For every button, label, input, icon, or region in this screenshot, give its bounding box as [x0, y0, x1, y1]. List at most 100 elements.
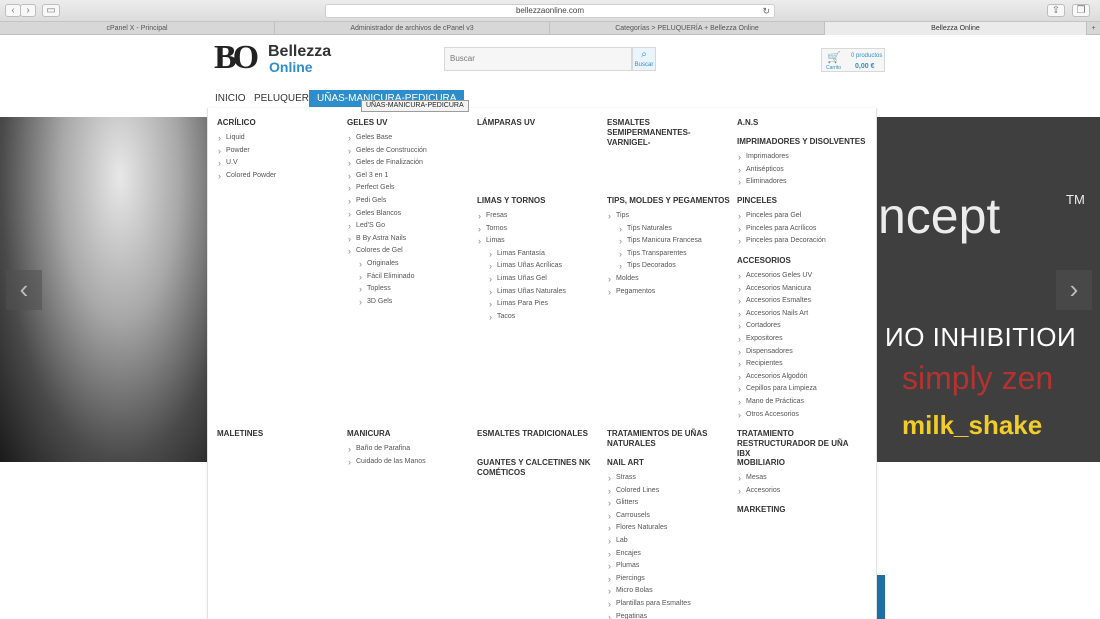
section-title[interactable]: ACCESORIOS [737, 256, 862, 266]
cart-button[interactable]: 🛒 Carrito 0 productos 0,00 € [821, 48, 885, 72]
menu-link[interactable]: Expositores [737, 333, 862, 346]
menu-link[interactable]: Cuidado de las Manos [347, 456, 472, 469]
section-title[interactable]: PINCELES [737, 196, 862, 206]
menu-link[interactable]: Perfect Gels [347, 182, 472, 195]
menu-link[interactable]: Colores de Gel [347, 245, 472, 258]
menu-link[interactable]: Eliminadores [737, 176, 872, 189]
submenu-link[interactable]: Tips Manicura Francesa [607, 235, 732, 248]
menu-link[interactable]: Micro Bolas [607, 585, 732, 598]
menu-link[interactable]: Accesorios Esmaltes [737, 295, 862, 308]
section-title[interactable]: IMPRIMADORES Y DISOLVENTES [737, 137, 872, 147]
section-title[interactable]: MANICURA [347, 429, 472, 439]
tabs-overview-icon[interactable]: ❐ [1072, 4, 1090, 17]
menu-link[interactable]: Gel 3 en 1 [347, 170, 472, 183]
menu-link[interactable]: Baño de Parafina [347, 443, 472, 456]
tab-cpanel[interactable]: cPanel X - Principal [0, 22, 275, 35]
slider-next-button[interactable]: › [1056, 270, 1092, 310]
submenu-link[interactable]: Tips Naturales [607, 223, 732, 236]
menu-link[interactable]: Geles de Construcción [347, 145, 472, 158]
tab-bellezza[interactable]: Bellezza Online [825, 22, 1087, 35]
menu-link[interactable]: Pinceles para Gel [737, 210, 862, 223]
submenu-link[interactable]: Limas Uñas Acrílicas [477, 260, 602, 273]
menu-link[interactable]: Mano de Prácticas [737, 396, 862, 409]
menu-link[interactable]: Flores Naturales [607, 522, 732, 535]
menu-link[interactable]: Pegatinas [607, 611, 732, 619]
menu-link[interactable]: Limas [477, 235, 602, 248]
menu-link[interactable]: Plumas [607, 560, 732, 573]
section-title[interactable]: GELES UV [347, 118, 472, 128]
menu-link[interactable]: Carrousels [607, 510, 732, 523]
search-input[interactable]: Buscar [444, 47, 632, 71]
section-title[interactable]: MALETINES [217, 429, 342, 439]
section-title[interactable]: ACRÍLICO [217, 118, 342, 128]
tab-file-manager[interactable]: Administrador de archivos de cPanel v3 [275, 22, 550, 35]
menu-link[interactable]: Liquid [217, 132, 342, 145]
section-title[interactable]: TRATAMIENTO RESTRUCTURADOR DE UÑA IBX [737, 429, 862, 459]
section-title[interactable]: ESMALTES SEMIPERMANENTES-VARNIGEL- [607, 118, 727, 148]
menu-link[interactable]: Colored Powder [217, 170, 342, 183]
submenu-link[interactable]: Tacos [477, 311, 602, 324]
menu-link[interactable]: Strass [607, 472, 732, 485]
menu-link[interactable]: Imprimadores [737, 151, 872, 164]
logo-mark[interactable]: BO [214, 41, 266, 75]
menu-link[interactable]: Accesorios [737, 485, 862, 498]
search-button[interactable]: ⌕ Buscar [632, 47, 656, 71]
reload-icon[interactable]: ↻ [762, 5, 770, 17]
section-title[interactable]: MOBILIARIO [737, 458, 862, 468]
new-tab-icon[interactable]: + [1087, 22, 1100, 35]
menu-item-inicio[interactable]: INICIO [215, 90, 246, 107]
menu-link[interactable]: Dispensadores [737, 346, 862, 359]
menu-link[interactable]: Antisépticos [737, 164, 872, 177]
menu-link[interactable]: Accesorios Nails Art [737, 308, 862, 321]
menu-link[interactable]: Piercings [607, 573, 732, 586]
menu-link[interactable]: B By Astra Nails [347, 233, 472, 246]
submenu-link[interactable]: 3D Gels [347, 296, 472, 309]
address-bar[interactable]: bellezzaonline.com ↻ [325, 4, 775, 18]
submenu-link[interactable]: Limas Uñas Gel [477, 273, 602, 286]
submenu-link[interactable]: Limas Uñas Naturales [477, 286, 602, 299]
menu-link[interactable]: Geles Blancos [347, 208, 472, 221]
logo-text-online[interactable]: Online [269, 59, 313, 75]
menu-link[interactable]: Cortadores [737, 320, 862, 333]
section-title[interactable]: ESMALTES TRADICIONALES [477, 429, 602, 439]
section-title[interactable]: TIPS, MOLDES Y PEGAMENTOS [607, 196, 732, 206]
menu-link[interactable]: Colored Lines [607, 485, 732, 498]
section-title[interactable]: A.N.S [737, 118, 862, 128]
menu-link[interactable]: Geles Base [347, 132, 472, 145]
menu-link[interactable]: Accesorios Algodón [737, 371, 862, 384]
menu-link[interactable]: Led'S Go [347, 220, 472, 233]
menu-link[interactable]: Pedi Gels [347, 195, 472, 208]
menu-link[interactable]: Glitters [607, 497, 732, 510]
submenu-link[interactable]: Topless [347, 283, 472, 296]
menu-link[interactable]: Pinceles para Acrílicos [737, 223, 862, 236]
menu-link[interactable]: Tornos [477, 223, 602, 236]
submenu-link[interactable]: Limas Para Pies [477, 298, 602, 311]
submenu-link[interactable]: Originales [347, 258, 472, 271]
menu-link[interactable]: Accesorios Manicura [737, 283, 862, 296]
menu-link[interactable]: Mesas [737, 472, 862, 485]
submenu-link[interactable]: Tips Decorados [607, 260, 732, 273]
menu-link[interactable]: Pegamentos [607, 286, 732, 299]
sidebar-toggle-icon[interactable]: ▭ [42, 4, 60, 17]
menu-link[interactable]: Cepillos para Limpieza [737, 383, 862, 396]
section-title[interactable]: LIMAS Y TORNOS [477, 196, 602, 206]
menu-link[interactable]: Recipientes [737, 358, 862, 371]
forward-button[interactable]: › [20, 4, 36, 17]
section-title[interactable]: GUANTES Y CALCETINES NK COMÉTICOS [477, 458, 597, 478]
menu-link[interactable]: Geles de Finalización [347, 157, 472, 170]
tab-categorias[interactable]: Categorías > PELUQUERÍA + Bellezza Onlin… [550, 22, 825, 35]
menu-link[interactable]: Otros Accesorios [737, 409, 862, 422]
menu-link[interactable]: Lab [607, 535, 732, 548]
menu-link[interactable]: Moldes [607, 273, 732, 286]
menu-link[interactable]: U.V [217, 157, 342, 170]
share-icon[interactable]: ⇪ [1047, 4, 1065, 17]
menu-link[interactable]: Fresas [477, 210, 602, 223]
submenu-link[interactable]: Fácil Eliminado [347, 271, 472, 284]
section-title[interactable]: LÁMPARAS UV [477, 118, 602, 128]
menu-link[interactable]: Powder [217, 145, 342, 158]
submenu-link[interactable]: Tips Transparentes [607, 248, 732, 261]
slider-prev-button[interactable]: ‹ [6, 270, 42, 310]
section-title[interactable]: NAIL ART [607, 458, 732, 468]
back-button[interactable]: ‹ [5, 4, 21, 17]
section-title[interactable]: TRATAMIENTOS DE UÑAS NATURALES [607, 429, 717, 449]
